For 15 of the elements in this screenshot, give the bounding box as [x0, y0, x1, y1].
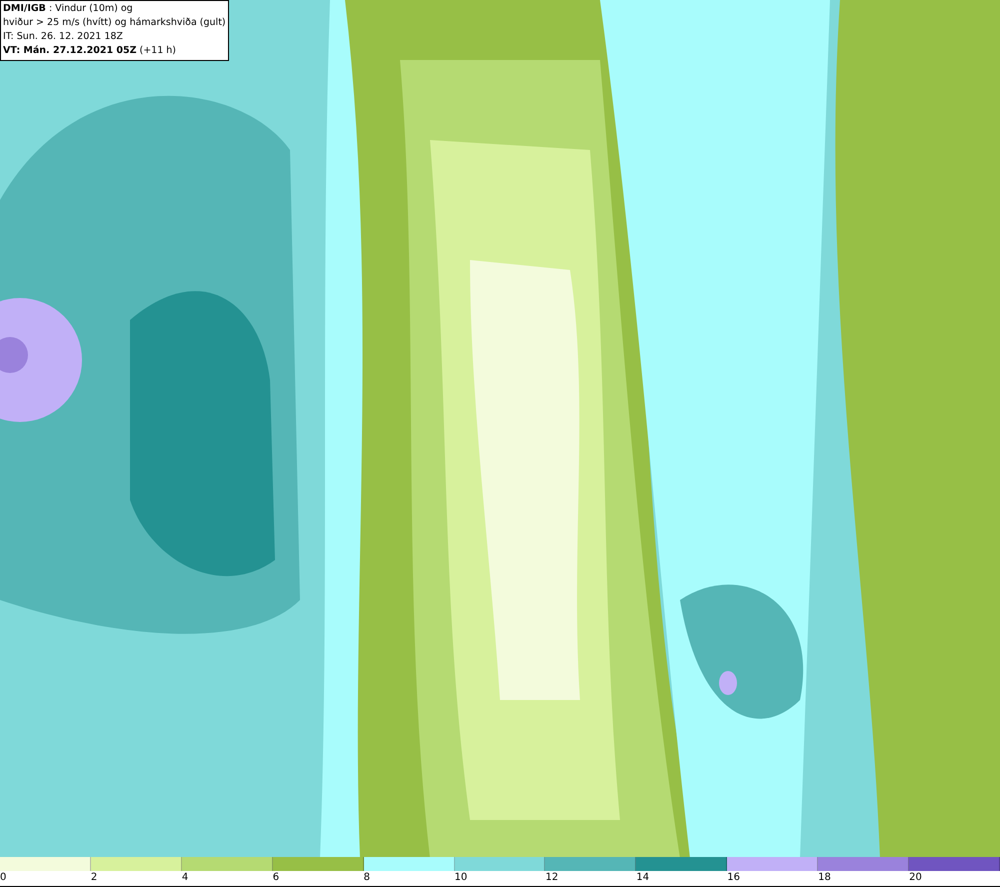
legend-label: 20 — [909, 872, 922, 884]
legend-label: 4 — [182, 872, 188, 884]
legend-label: 10 — [454, 872, 468, 884]
legend-label: 2 — [90, 872, 98, 884]
legend-label: 8 — [364, 872, 370, 884]
legend-label: 0 — [0, 872, 6, 884]
title-line: hviður > 25 m/s (hvítt) og hámarkshviða (gult) — [3, 16, 226, 30]
legend-label: 14 — [636, 872, 650, 884]
legend-label: 16 — [727, 872, 740, 884]
title-line: DMI/IGB : Vindur (10m) og — [3, 2, 133, 16]
legend-label: 12 — [545, 872, 558, 884]
legend-label: 18 — [818, 872, 831, 884]
title-line: VT: Mán. 27.12.2021 05Z (+11 h) — [3, 44, 176, 58]
legend-label: 6 — [272, 872, 280, 884]
title-line: IT: Sun. 26. 12. 2021 18Z — [3, 30, 123, 44]
